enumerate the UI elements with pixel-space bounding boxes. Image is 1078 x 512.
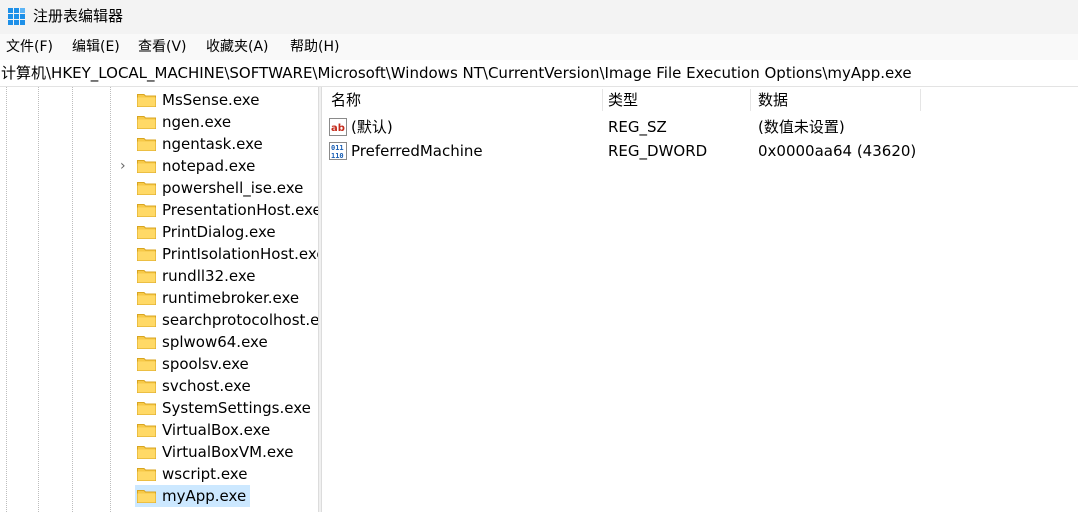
tree-item[interactable]: runtimebroker.exe bbox=[135, 287, 305, 309]
tree-guide-line bbox=[38, 87, 39, 512]
tree-item-label: splwow64.exe bbox=[162, 333, 268, 351]
folder-icon bbox=[137, 446, 156, 459]
folder-icon bbox=[137, 160, 156, 173]
address-path[interactable]: 计算机\HKEY_LOCAL_MACHINE\SOFTWARE\Microsof… bbox=[1, 64, 912, 82]
folder-icon bbox=[137, 358, 156, 371]
svg-text:ab: ab bbox=[331, 123, 345, 134]
tree-item[interactable]: VirtualBoxVM.exe bbox=[135, 441, 305, 463]
value-type: REG_SZ bbox=[608, 118, 667, 136]
folder-icon bbox=[137, 468, 156, 481]
tree-item-label: spoolsv.exe bbox=[162, 355, 249, 373]
tree-item-label: MsSense.exe bbox=[162, 91, 260, 109]
menu-file[interactable]: 文件(F) bbox=[6, 38, 53, 56]
menu-edit[interactable]: 编辑(E) bbox=[72, 38, 120, 56]
tree-item-label: VirtualBox.exe bbox=[162, 421, 271, 439]
tree-item[interactable]: splwow64.exe bbox=[135, 331, 305, 353]
tree-item-label: PrintIsolationHost.exe bbox=[162, 245, 318, 263]
tree-item-label: PrintDialog.exe bbox=[162, 223, 276, 241]
tree-item[interactable]: SystemSettings.exe bbox=[135, 397, 311, 419]
value-data: (数值未设置) bbox=[758, 118, 845, 136]
tree-item[interactable]: wscript.exe bbox=[135, 463, 305, 485]
values-list[interactable]: 名称 类型 数据 ab (默认) REG_SZ (数值未设置) 011 110 … bbox=[322, 87, 1078, 512]
tree-item-label: VirtualBoxVM.exe bbox=[162, 443, 294, 461]
tree-item-label: rundll32.exe bbox=[162, 267, 256, 285]
tree-item[interactable]: › notepad.exe bbox=[120, 155, 305, 177]
folder-icon bbox=[137, 226, 156, 239]
tree-item[interactable]: VirtualBox.exe bbox=[135, 419, 305, 441]
value-data: 0x0000aa64 (43620) bbox=[758, 142, 917, 160]
tree-item[interactable]: myApp.exe bbox=[135, 485, 250, 507]
column-header-type[interactable]: 类型 bbox=[608, 87, 638, 113]
tree-item-label: runtimebroker.exe bbox=[162, 289, 300, 307]
expand-chevron-icon[interactable]: › bbox=[120, 158, 126, 174]
folder-icon bbox=[137, 314, 156, 327]
value-row[interactable]: ab (默认) REG_SZ (数值未设置) bbox=[322, 115, 1078, 139]
folder-icon bbox=[137, 402, 156, 415]
tree-item-label: searchprotocolhost.exe bbox=[162, 311, 318, 329]
tree-item-label: wscript.exe bbox=[162, 465, 248, 483]
title-bar: 注册表编辑器 bbox=[0, 0, 1078, 34]
tree-item[interactable]: ngen.exe bbox=[135, 111, 305, 133]
menu-view[interactable]: 查看(V) bbox=[138, 38, 187, 56]
tree-item[interactable]: searchprotocolhost.exe bbox=[135, 309, 318, 331]
tree-item-label: powershell_ise.exe bbox=[162, 179, 304, 197]
menu-favorites[interactable]: 收藏夹(A) bbox=[206, 38, 269, 56]
tree-item-label: SystemSettings.exe bbox=[162, 399, 311, 417]
value-row[interactable]: 011 110 PreferredMachine REG_DWORD 0x000… bbox=[322, 139, 1078, 163]
tree-item[interactable]: spoolsv.exe bbox=[135, 353, 305, 375]
address-bar[interactable]: 计算机\HKEY_LOCAL_MACHINE\SOFTWARE\Microsof… bbox=[0, 60, 1078, 87]
key-tree[interactable]: MsSense.exe ngen.exe ngentask.exe › notepad.… bbox=[0, 87, 318, 512]
tree-item-label: notepad.exe bbox=[162, 157, 256, 175]
tree-guide-line bbox=[72, 87, 73, 512]
menu-bar: 文件(F) 编辑(E) 查看(V) 收藏夹(A) 帮助(H) bbox=[0, 34, 1078, 60]
binary-value-icon: 011 110 bbox=[329, 142, 347, 160]
tree-item[interactable]: powershell_ise.exe bbox=[135, 177, 305, 199]
tree-item[interactable]: PrintIsolationHost.exe bbox=[135, 243, 318, 265]
value-name: (默认) bbox=[351, 118, 393, 136]
column-separator[interactable] bbox=[750, 89, 751, 111]
column-separator[interactable] bbox=[602, 89, 603, 111]
folder-icon bbox=[137, 248, 156, 261]
folder-icon bbox=[137, 336, 156, 349]
folder-icon bbox=[137, 424, 156, 437]
tree-item[interactable]: MsSense.exe bbox=[135, 89, 305, 111]
folder-icon bbox=[137, 490, 156, 503]
tree-item-label: svchost.exe bbox=[162, 377, 251, 395]
column-separator[interactable] bbox=[920, 89, 921, 111]
value-type: REG_DWORD bbox=[608, 142, 708, 160]
folder-icon bbox=[137, 270, 156, 283]
svg-text:110: 110 bbox=[331, 152, 344, 160]
value-name: PreferredMachine bbox=[351, 142, 483, 160]
tree-item-label: PresentationHost.exe bbox=[162, 201, 318, 219]
tree-guide-line bbox=[6, 87, 7, 512]
folder-icon bbox=[137, 292, 156, 305]
menu-help[interactable]: 帮助(H) bbox=[290, 38, 339, 56]
string-value-icon: ab bbox=[329, 118, 347, 136]
column-header-name[interactable]: 名称 bbox=[331, 87, 361, 113]
folder-icon bbox=[137, 116, 156, 129]
folder-icon bbox=[137, 182, 156, 195]
tree-item-label: ngen.exe bbox=[162, 113, 232, 131]
folder-icon bbox=[137, 380, 156, 393]
tree-item[interactable]: rundll32.exe bbox=[135, 265, 305, 287]
registry-editor-icon bbox=[8, 8, 25, 25]
folder-icon bbox=[137, 204, 156, 217]
window-title: 注册表编辑器 bbox=[33, 7, 124, 25]
tree-item[interactable]: PresentationHost.exe bbox=[135, 199, 318, 221]
column-header-data[interactable]: 数据 bbox=[758, 87, 788, 113]
tree-item[interactable]: svchost.exe bbox=[135, 375, 305, 397]
tree-item-label: myApp.exe bbox=[162, 487, 247, 505]
tree-guide-line bbox=[110, 87, 111, 512]
tree-item[interactable]: ngentask.exe bbox=[135, 133, 305, 155]
tree-item[interactable]: PrintDialog.exe bbox=[135, 221, 305, 243]
svg-text:011: 011 bbox=[331, 144, 344, 152]
folder-icon bbox=[137, 94, 156, 107]
tree-item-label: ngentask.exe bbox=[162, 135, 263, 153]
folder-icon bbox=[137, 138, 156, 151]
